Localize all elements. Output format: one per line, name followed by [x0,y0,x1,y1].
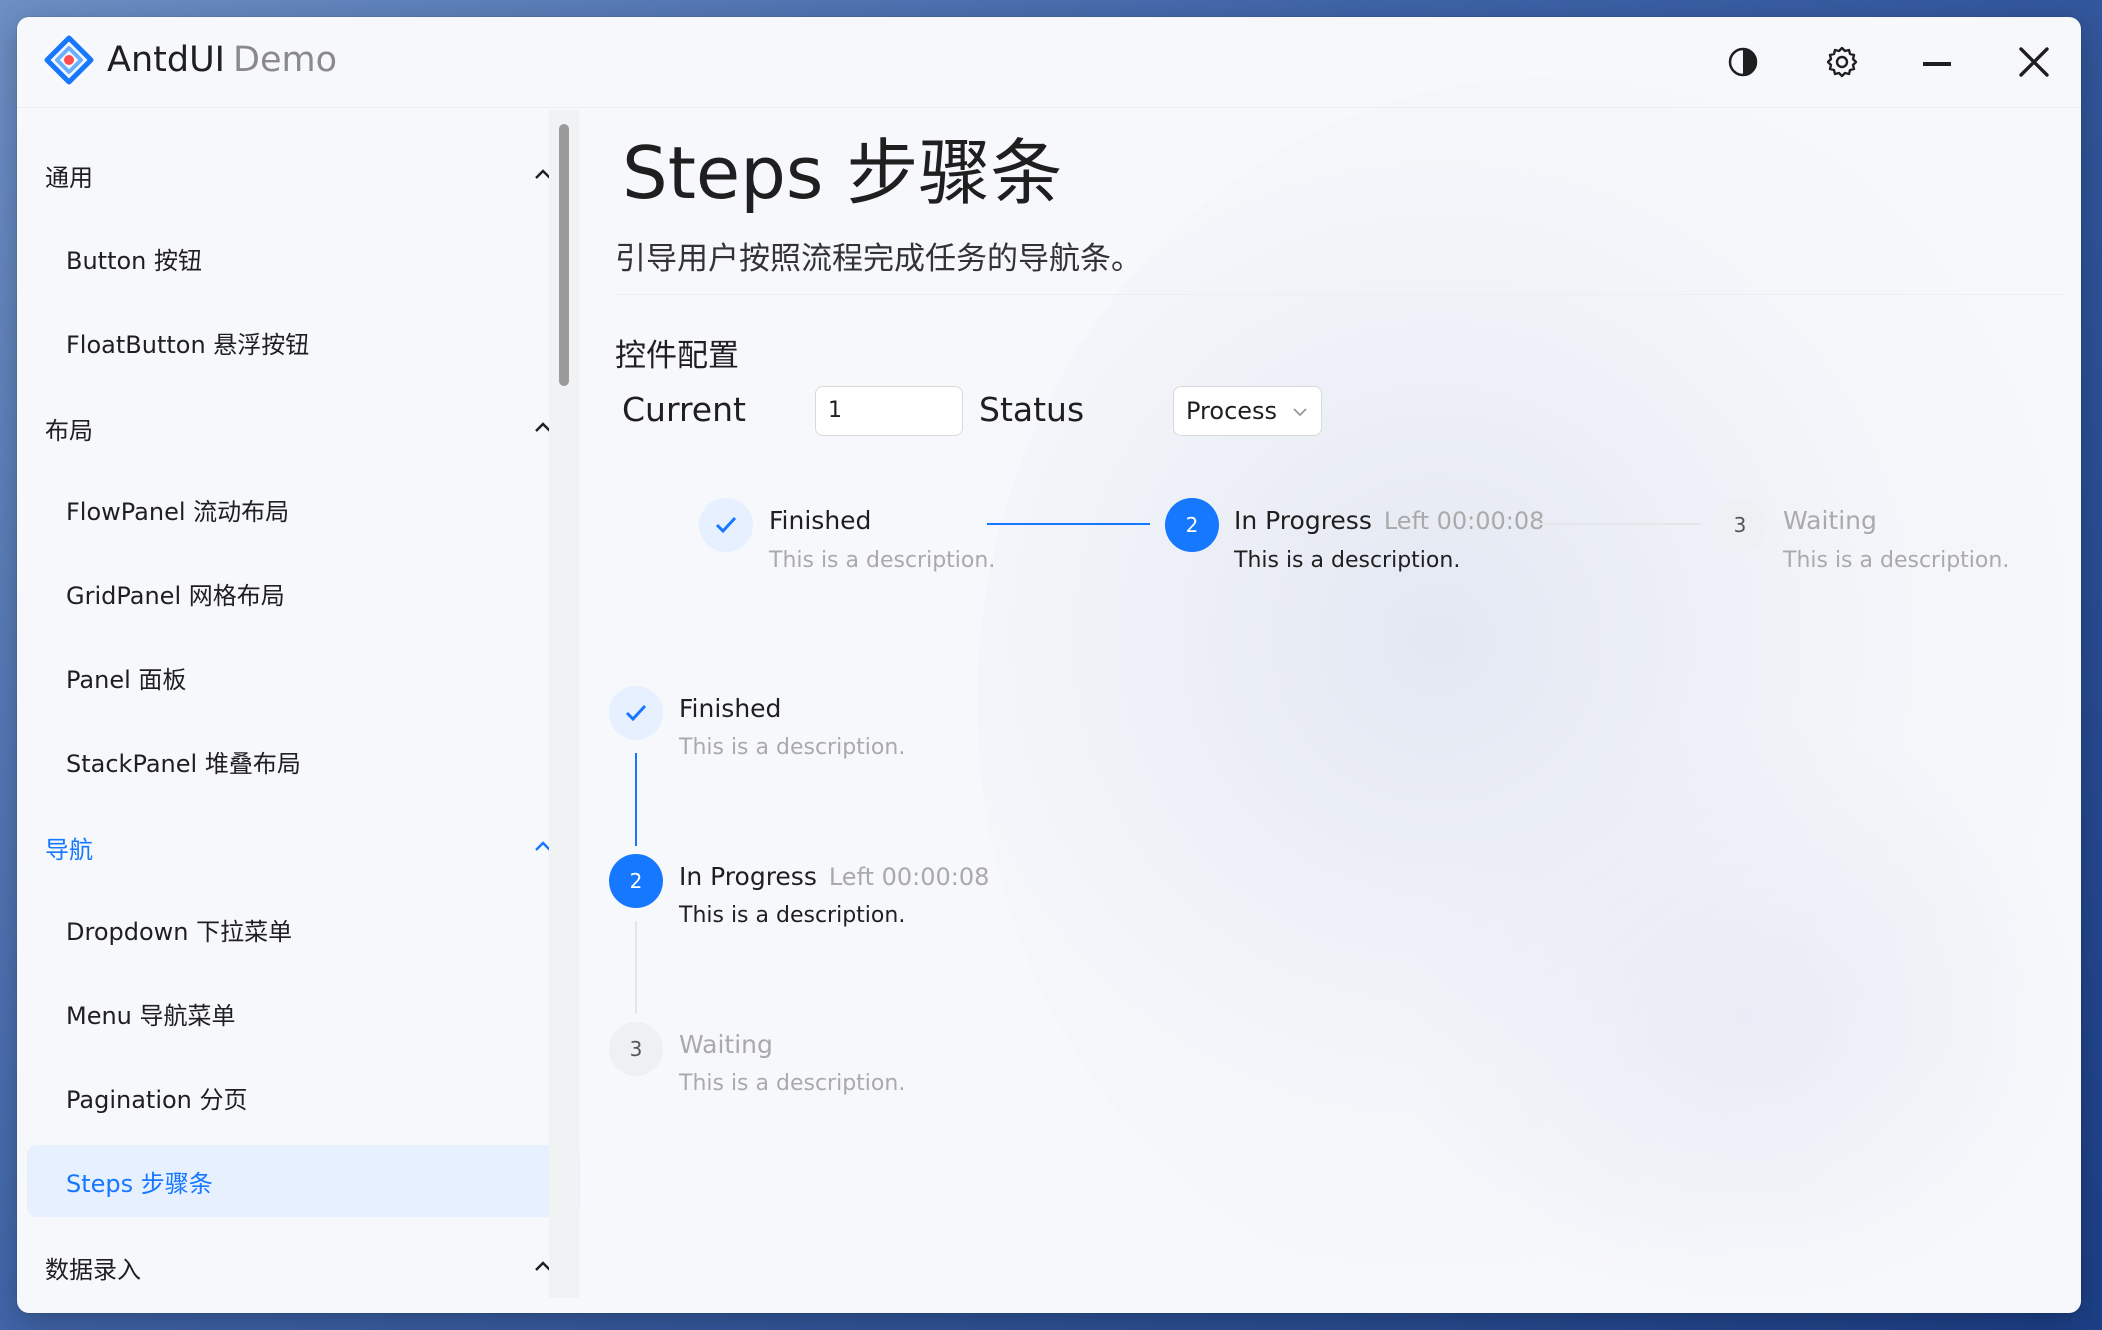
current-label: Current [622,390,746,429]
check-icon [715,516,737,534]
h-step-1-check[interactable] [699,498,753,552]
menu-item-steps[interactable]: Steps 步骤条 [27,1145,580,1217]
chevron-down-icon [1293,408,1307,417]
settings-button[interactable] [1819,39,1865,85]
gear-icon [1826,46,1858,78]
menu-item-dropdown[interactable]: Dropdown 下拉菜单 [27,893,580,965]
v-step-1-description: This is a description. [679,735,906,760]
menu-item-label: StackPanel 堆叠布局 [66,749,301,778]
antd-logo-icon [44,35,94,85]
h-step-2-description: This is a description. [1234,548,1461,573]
menu-item-label: Steps 步骤条 [66,1169,213,1198]
h-step-2-number[interactable]: 2 [1165,498,1219,552]
menu-item-label: FloatButton 悬浮按钮 [66,330,310,359]
status-label: Status [979,390,1085,429]
h-step-connector-2 [1537,523,1701,525]
menu-item-gridpanel[interactable]: GridPanel 网格布局 [27,557,580,629]
sidebar-menu: 通用 Button 按钮 FloatButton 悬浮按钮 布局 FlowPan… [17,108,582,1313]
menu-item-label: Menu 导航菜单 [66,1001,236,1030]
menu-group-general[interactable]: 通用 [45,145,555,205]
v-step-connector-2 [635,921,637,1014]
menu-item-pagination[interactable]: Pagination 分页 [27,1061,580,1133]
menu-item-panel[interactable]: Panel 面板 [27,641,580,713]
main-content: Steps 步骤条 引导用户按照流程完成任务的导航条。 控件配置 Current… [587,108,2081,1313]
menu-item-flowpanel[interactable]: FlowPanel 流动布局 [27,473,580,545]
menu-group-navigation[interactable]: 导航 [45,817,555,877]
v-step-connector-1 [635,753,637,846]
v-step-3-description: This is a description. [679,1071,906,1096]
check-icon [625,704,647,722]
current-input[interactable]: 1 [815,386,963,436]
v-step-1-check[interactable] [609,686,663,740]
status-select-value: Process [1186,397,1278,425]
h-step-connector-1 [987,523,1150,525]
h-step-2-subtitle: Left 00:00:08 [1383,507,1545,535]
v-step-1-title: Finished [679,694,782,723]
h-step-2-title: In Progress Left 00:00:08 [1234,506,1544,535]
app-title: AntdUI Demo [107,35,337,85]
menu-item-stackpanel[interactable]: StackPanel 堆叠布局 [27,725,580,797]
menu-group-layout[interactable]: 布局 [45,398,555,458]
app-title-sub: Demo [233,40,338,80]
h-step-1-title: Finished [769,506,872,535]
app-title-main: AntdUI [107,40,226,80]
page-description: 引导用户按照流程完成任务的导航条。 [615,241,1142,277]
h-step-3-description: This is a description. [1783,548,2010,573]
minimize-icon [1923,62,1951,66]
minimize-button[interactable] [1914,39,1960,85]
v-step-2-subtitle: Left 00:00:08 [828,863,990,891]
v-step-2-number[interactable]: 2 [609,854,663,908]
menu-item-label: GridPanel 网格布局 [66,581,285,610]
status-select[interactable]: Process [1173,386,1322,436]
menu-item-label: FlowPanel 流动布局 [66,497,290,526]
menu-item-label: Button 按钮 [66,246,203,275]
config-section-title: 控件配置 [615,338,739,374]
page-title: Steps 步骤条 [622,131,1063,215]
v-step-2-description: This is a description. [679,903,906,928]
v-step-3-title: Waiting [679,1030,773,1059]
h-step-1-description: This is a description. [769,548,996,573]
menu-group-label: 导航 [45,835,93,864]
menu-item-label: Dropdown 下拉菜单 [66,917,293,946]
menu-group-label: 数据录入 [45,1255,141,1284]
menu-item-label: Panel 面板 [66,665,187,694]
theme-toggle-icon [1728,47,1758,77]
menu-item-label: Pagination 分页 [66,1085,248,1114]
v-step-2-title-text: In Progress [679,862,817,891]
menu-item-floatbutton[interactable]: FloatButton 悬浮按钮 [27,306,580,378]
v-step-2-title: In Progress Left 00:00:08 [679,862,989,891]
menu-group-data-entry[interactable]: 数据录入 [45,1237,555,1297]
h-step-3-title: Waiting [1783,506,1877,535]
title-bar: AntdUI Demo [17,17,2081,108]
h-step-2-title-text: In Progress [1234,506,1372,535]
menu-item-button[interactable]: Button 按钮 [27,222,580,294]
close-button[interactable] [2011,39,2057,85]
menu-group-label: 布局 [45,416,93,445]
h-step-3-number[interactable]: 3 [1713,498,1767,552]
v-step-3-number[interactable]: 3 [609,1022,663,1076]
header-divider [615,294,2065,295]
close-icon [2019,47,2049,77]
sidebar-scrollbar-thumb[interactable] [559,124,569,386]
theme-toggle-button[interactable] [1720,39,1766,85]
menu-group-label: 通用 [45,163,93,192]
app-window: AntdUI Demo 通用 Button 按钮 FloatButton 悬浮按… [17,17,2081,1313]
menu-item-menu[interactable]: Menu 导航菜单 [27,977,580,1049]
